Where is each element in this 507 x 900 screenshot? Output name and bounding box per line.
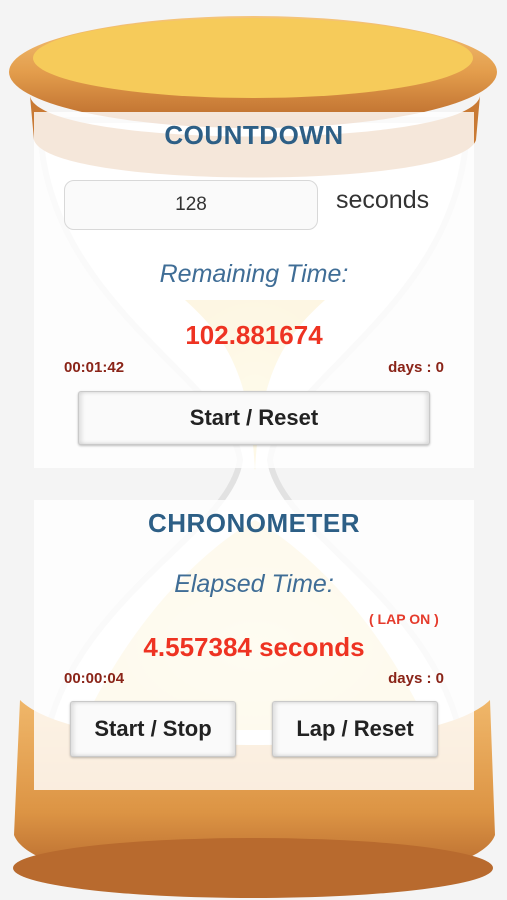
countdown-title: COUNTDOWN	[164, 120, 344, 150]
lap-status-label: ( LAP ON )	[369, 611, 439, 627]
seconds-input[interactable]: 128	[64, 180, 318, 230]
elapsed-time-label: Elapsed Time:	[174, 570, 334, 598]
chronometer-hms: 00:00:04	[64, 670, 125, 687]
countdown-days: days : 0	[388, 359, 444, 376]
lap-reset-button[interactable]: Lap / Reset	[272, 701, 438, 757]
remaining-time-label: Remaining Time:	[159, 260, 349, 288]
chronometer-panel: CHRONOMETER Elapsed Time: ( LAP ON ) 4.5…	[34, 500, 474, 790]
chronometer-days: days : 0	[388, 670, 444, 687]
countdown-hms: 00:01:42	[64, 359, 125, 376]
elapsed-time-value: 4.557384 seconds	[143, 632, 365, 662]
countdown-panel: COUNTDOWN 128 seconds Remaining Time: 10…	[34, 112, 474, 468]
seconds-unit-label: seconds	[336, 186, 430, 214]
start-stop-button[interactable]: Start / Stop	[70, 701, 236, 757]
countdown-start-reset-button[interactable]: Start / Reset	[78, 391, 430, 445]
chronometer-title: CHRONOMETER	[147, 508, 361, 538]
remaining-time-value: 102.881674	[185, 320, 323, 350]
